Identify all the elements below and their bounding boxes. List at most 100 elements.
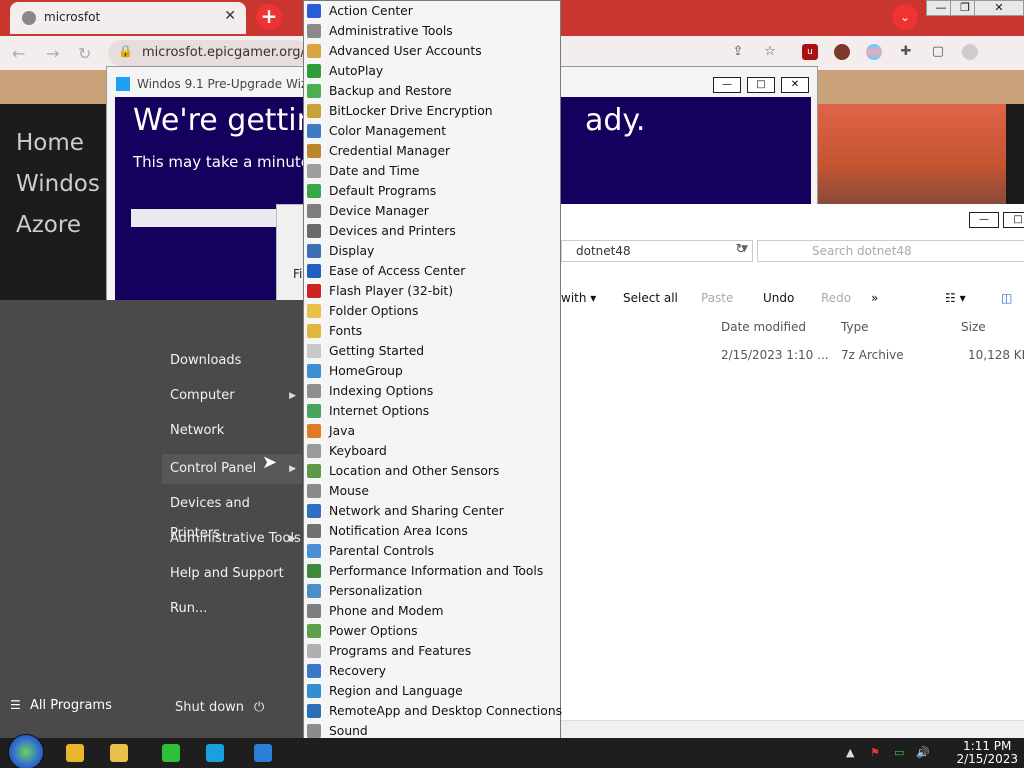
cp-item-ease-of-access-center[interactable]: Ease of Access Center [304, 261, 560, 281]
nav-windos-link[interactable]: Windos [16, 171, 100, 197]
cp-item-folder-options[interactable]: Folder Options [304, 301, 560, 321]
all-programs-button[interactable]: ☰ All Programs [10, 698, 112, 713]
browser-tab[interactable]: microsfot ✕ [10, 2, 246, 34]
cp-item-advanced-user-accounts[interactable]: Advanced User Accounts [304, 41, 560, 61]
start-orb-button[interactable] [8, 734, 44, 768]
start-item-devices-and-printers[interactable]: Devices and Printers [162, 489, 302, 541]
network-icon[interactable]: ▭ [894, 746, 906, 759]
explorer-minimize-button[interactable]: — [969, 212, 999, 228]
reload-icon[interactable]: ↻ [78, 44, 91, 63]
tab-search-button[interactable]: ⌄ [892, 4, 918, 30]
paste-button[interactable]: Paste [701, 291, 733, 305]
cp-item-devices-and-printers[interactable]: Devices and Printers [304, 221, 560, 241]
cp-item-action-center[interactable]: Action Center [304, 1, 560, 21]
cp-item-location-and-other-sensors[interactable]: Location and Other Sensors [304, 461, 560, 481]
column-type[interactable]: Type [841, 320, 869, 334]
volume-icon[interactable]: 🔊 [916, 746, 930, 759]
skype-icon[interactable] [206, 744, 224, 762]
start-item-downloads[interactable]: Downloads [162, 346, 302, 376]
cp-item-java[interactable]: Java [304, 421, 560, 441]
ublock-icon[interactable]: u [802, 44, 818, 60]
explorer-maximize-button[interactable]: □ [1003, 212, 1024, 228]
more-commands-button[interactable]: » [871, 291, 878, 305]
bookmark-star-icon[interactable]: ☆ [762, 44, 778, 60]
windows-logo-icon [116, 77, 130, 91]
cp-item-remoteapp-and-desktop-connections[interactable]: RemoteApp and Desktop Connections [304, 701, 562, 721]
back-icon[interactable]: ← [12, 44, 25, 63]
cp-item-notification-area-icons[interactable]: Notification Area Icons [304, 521, 560, 541]
cp-item-homegroup[interactable]: HomeGroup [304, 361, 560, 381]
cp-item-parental-controls[interactable]: Parental Controls [304, 541, 560, 561]
app-green-icon[interactable] [162, 744, 180, 762]
flag-extension-icon[interactable] [866, 44, 882, 60]
cp-item-bitlocker-drive-encryption[interactable]: BitLocker Drive Encryption [304, 101, 560, 121]
undo-button[interactable]: Undo [763, 291, 794, 305]
new-tab-button[interactable]: + [256, 4, 282, 30]
cp-item-personalization[interactable]: Personalization [304, 581, 560, 601]
cp-item-color-management[interactable]: Color Management [304, 121, 560, 141]
cp-item-credential-manager[interactable]: Credential Manager [304, 141, 560, 161]
cp-item-recovery[interactable]: Recovery [304, 661, 560, 681]
shutdown-button[interactable]: Shut down ⏻ [175, 700, 264, 715]
row-date: 2/15/2023 1:10 ... [721, 348, 829, 362]
forward-icon[interactable]: → [46, 44, 59, 63]
refresh-icon[interactable]: ↻ [731, 242, 751, 262]
cp-item-performance-information-and-tools[interactable]: Performance Information and Tools [304, 561, 560, 581]
address-bar[interactable]: 🔒 microsfot.epicgamer.org/p [108, 40, 308, 66]
tab-close-icon[interactable]: ✕ [224, 8, 236, 24]
clock[interactable]: 1:11 PM 2/15/2023 [956, 740, 1018, 766]
column-size[interactable]: Size [961, 320, 986, 334]
start-item-network[interactable]: Network [162, 416, 302, 446]
avatar-extension-icon[interactable] [834, 44, 850, 60]
tray-expand-icon[interactable]: ▲ [846, 746, 858, 759]
cp-item-phone-and-modem[interactable]: Phone and Modem [304, 601, 560, 621]
cp-item-fonts[interactable]: Fonts [304, 321, 560, 341]
cp-item-autoplay[interactable]: AutoPlay [304, 61, 560, 81]
cp-item-date-and-time[interactable]: Date and Time [304, 161, 560, 181]
cp-item-device-manager[interactable]: Device Manager [304, 201, 560, 221]
explorer-address-bar[interactable]: dotnet48 ▼ [561, 240, 753, 262]
app-blue-icon[interactable] [254, 744, 272, 762]
cp-item-flash-player-32-bit[interactable]: Flash Player (32-bit) [304, 281, 560, 301]
cp-item-power-options[interactable]: Power Options [304, 621, 560, 641]
horizontal-scrollbar[interactable] [561, 720, 1024, 738]
start-item-control-panel[interactable]: Control Panel ▶ [162, 454, 302, 484]
cp-item-mouse[interactable]: Mouse [304, 481, 560, 501]
cp-item-administrative-tools[interactable]: Administrative Tools [304, 21, 560, 41]
cp-item-indexing-options[interactable]: Indexing Options [304, 381, 560, 401]
nav-home-link[interactable]: Home [16, 130, 84, 156]
chrome-icon[interactable] [66, 744, 84, 762]
share-icon[interactable]: ⇪ [730, 44, 746, 60]
wizard-close-button[interactable]: ✕ [781, 77, 809, 93]
profile-icon[interactable] [962, 44, 978, 60]
cp-item-region-and-language[interactable]: Region and Language [304, 681, 560, 701]
redo-button[interactable]: Redo [821, 291, 851, 305]
extensions-icon[interactable]: ✚ [898, 44, 914, 60]
cp-item-default-programs[interactable]: Default Programs [304, 181, 560, 201]
start-item-administrative-tools[interactable]: Administrative Tools ▶ [162, 524, 302, 554]
action-center-flag-icon[interactable]: ⚑ [870, 746, 882, 759]
column-date-modified[interactable]: Date modified [721, 320, 806, 334]
view-icon[interactable]: ☷ ▾ [945, 291, 966, 305]
explorer-icon[interactable] [110, 744, 128, 762]
explorer-search-input[interactable]: Search dotnet48 [757, 240, 1024, 262]
cp-item-backup-and-restore[interactable]: Backup and Restore [304, 81, 560, 101]
start-item-run[interactable]: Run... [162, 594, 302, 624]
wizard-minimize-button[interactable]: — [713, 77, 741, 93]
cp-item-getting-started[interactable]: Getting Started [304, 341, 560, 361]
cp-item-internet-options[interactable]: Internet Options [304, 401, 560, 421]
wizard-maximize-button[interactable]: □ [747, 77, 775, 93]
close-button[interactable]: ✕ [974, 0, 1024, 16]
cp-item-display[interactable]: Display [304, 241, 560, 261]
cp-item-keyboard[interactable]: Keyboard [304, 441, 560, 461]
start-item-help-and-support[interactable]: Help and Support [162, 559, 302, 589]
cp-item-network-and-sharing-center[interactable]: Network and Sharing Center [304, 501, 560, 521]
cp-item-programs-and-features[interactable]: Programs and Features [304, 641, 560, 661]
start-item-label: Run... [170, 601, 208, 616]
sidepanel-icon[interactable]: ▢ [930, 44, 946, 60]
start-item-computer[interactable]: Computer ▶ [162, 381, 302, 411]
open-with-button[interactable]: with ▾ [561, 291, 596, 305]
nav-azore-link[interactable]: Azore [16, 212, 81, 238]
preview-pane-icon[interactable]: ◫ [1001, 291, 1012, 305]
select-all-button[interactable]: Select all [623, 291, 678, 305]
